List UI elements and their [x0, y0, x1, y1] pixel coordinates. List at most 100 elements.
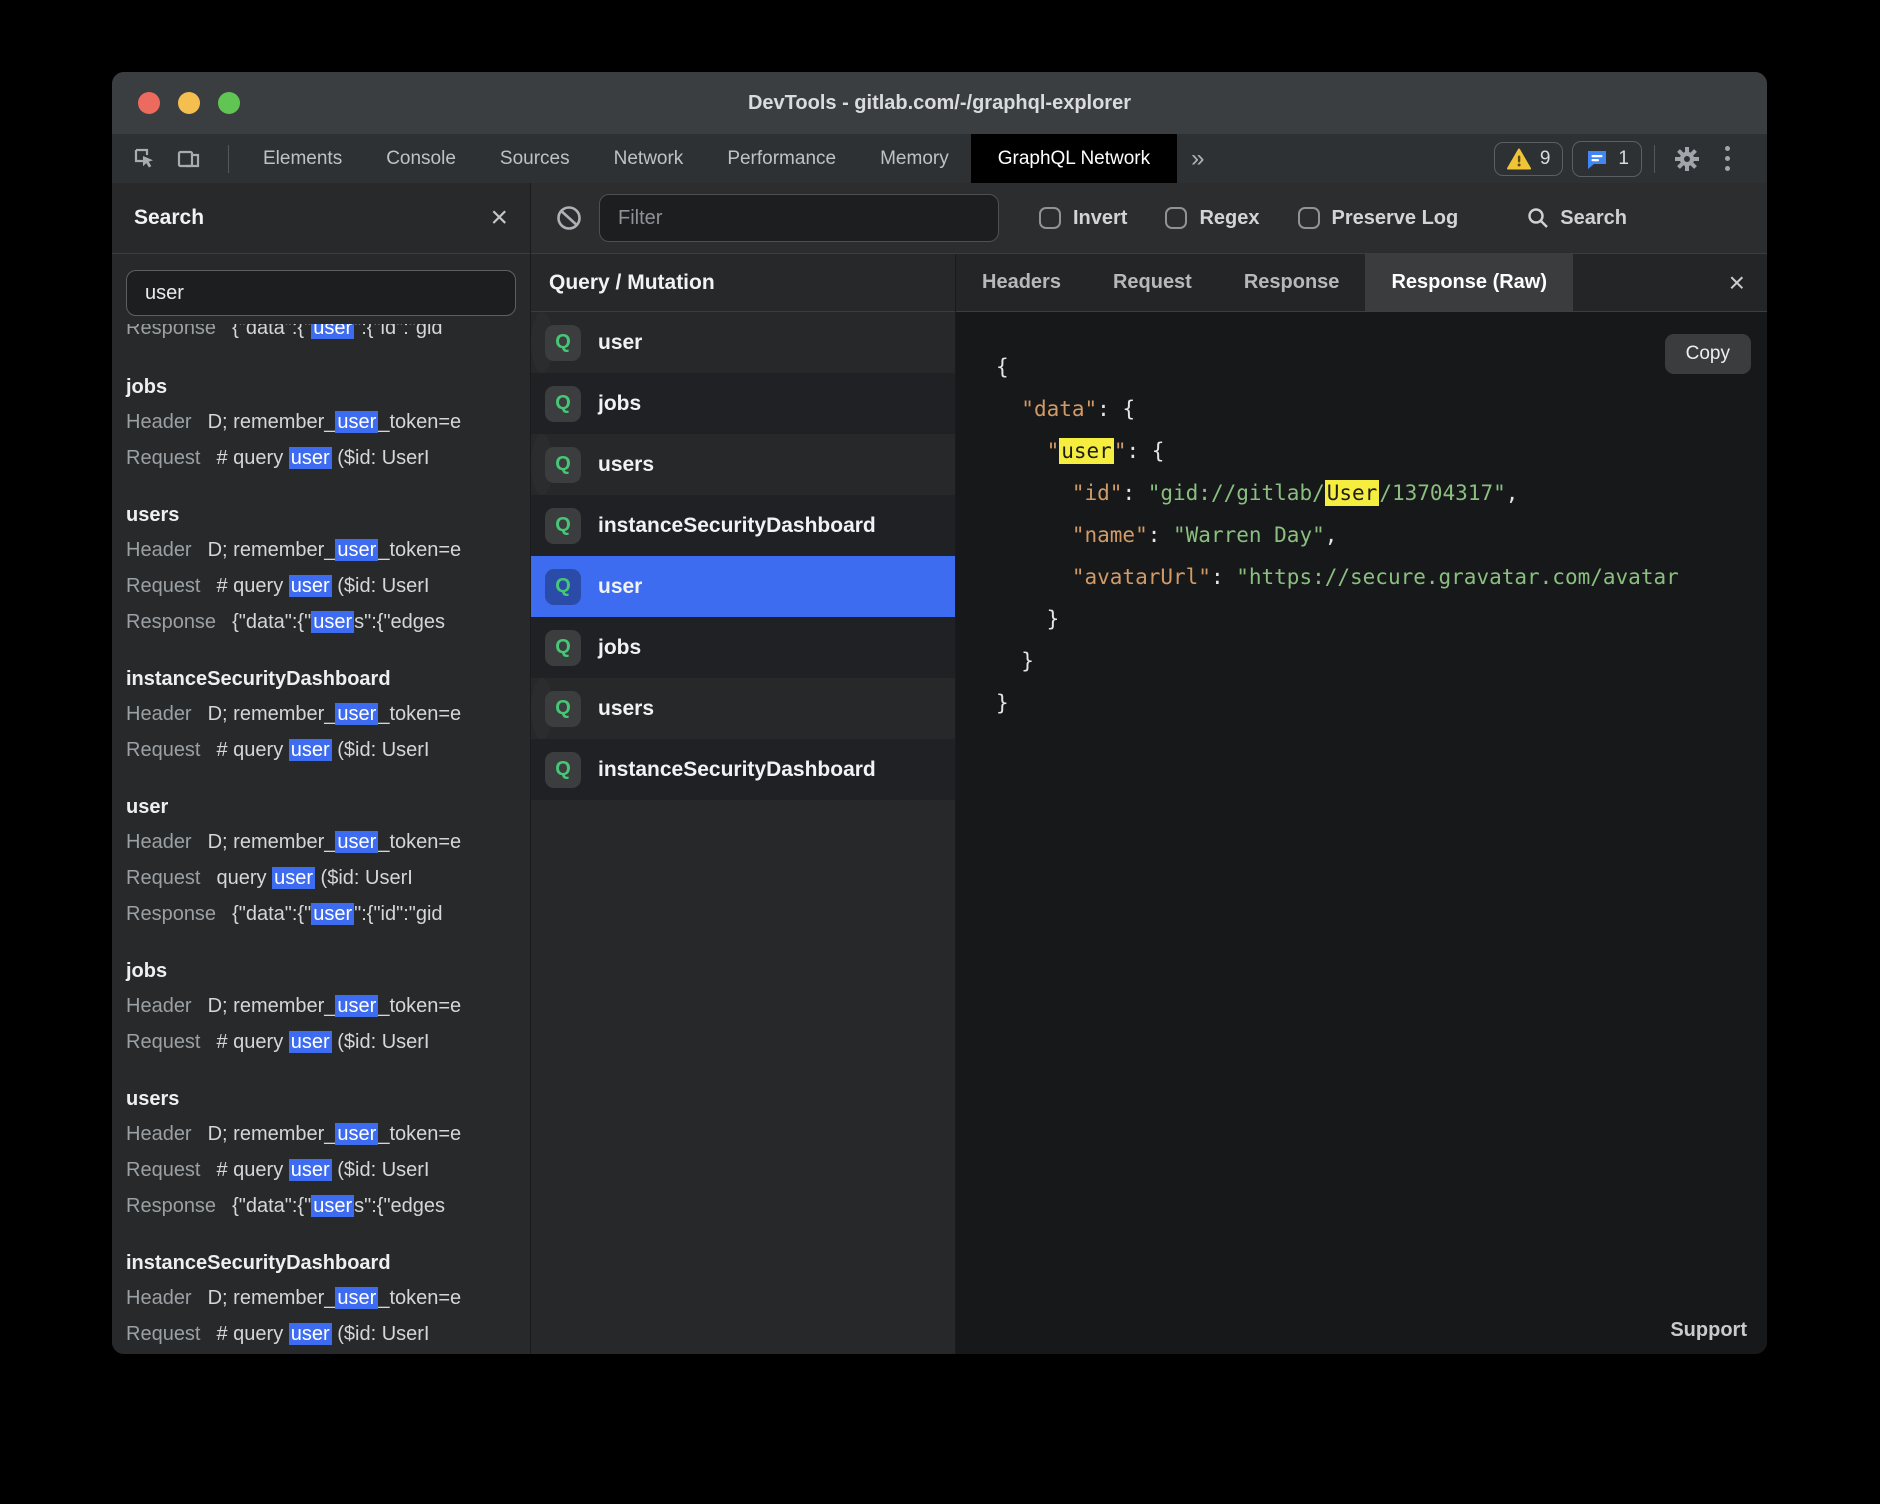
details-tab-request[interactable]: Request [1087, 254, 1218, 311]
issues-badge[interactable]: 1 [1572, 141, 1642, 177]
search-pane-close-icon[interactable]: × [490, 203, 508, 233]
search-result-group-title[interactable]: user [126, 790, 530, 824]
json-token: "Warren Day" [1173, 523, 1325, 547]
search-result-group-title[interactable]: instanceSecurityDashboard [126, 1246, 530, 1280]
search-match-highlight: user [335, 1287, 378, 1309]
checkbox-regex-box[interactable] [1165, 207, 1187, 229]
json-token: "avatarUrl" [1072, 565, 1211, 589]
search-input[interactable] [126, 270, 516, 316]
search-result-line[interactable]: Response{"data":{"users":{"edges [126, 604, 530, 640]
inspect-element-icon[interactable] [128, 142, 162, 176]
result-text: # query [217, 739, 289, 761]
search-result-line[interactable]: HeaderD; remember_user_token=e [126, 404, 530, 440]
json-token: "gid://gitlab/ [1148, 481, 1325, 505]
warnings-badge[interactable]: 9 [1494, 142, 1564, 176]
query-row-users[interactable]: Qusers [531, 678, 553, 739]
search-match-highlight: user [272, 867, 315, 889]
more-options-icon[interactable] [1707, 141, 1747, 177]
search-pane-header: Search × [112, 183, 530, 254]
devtools-tabbar: ElementsConsoleSourcesNetworkPerformance… [112, 134, 1767, 183]
search-result-line[interactable]: Request# query user ($id: UserI [126, 1152, 530, 1188]
result-text: {"data":{" [232, 903, 311, 925]
search-result-line[interactable]: HeaderD; remember_user_token=e [126, 532, 530, 568]
search-result-group-title[interactable]: jobs [126, 954, 530, 988]
search-result-line[interactable]: HeaderD; remember_user_token=e [126, 1116, 530, 1152]
json-token: "data" [1021, 397, 1097, 421]
close-window-button[interactable] [138, 92, 160, 114]
checkbox-invert[interactable]: Invert [1039, 207, 1127, 230]
search-result-line[interactable]: HeaderD; remember_user_token=e [126, 988, 530, 1024]
checkbox-preserve-log-label: Preserve Log [1332, 207, 1459, 230]
filter-input[interactable] [599, 194, 999, 242]
details-tab-response[interactable]: Response [1218, 254, 1366, 311]
search-match-highlight: user [335, 995, 378, 1017]
details-tab-response-raw[interactable]: Response (Raw) [1365, 254, 1573, 311]
search-result-line[interactable]: Request# query user ($id: UserI [126, 732, 530, 768]
query-row-users[interactable]: Qusers [531, 434, 553, 495]
tab-network[interactable]: Network [592, 134, 706, 183]
query-rows: QuserQjobsQusersQinstanceSecurityDashboa… [531, 312, 955, 800]
query-row-user[interactable]: Quser [531, 312, 553, 373]
toolbar-search[interactable]: Search [1526, 206, 1627, 230]
result-text: _token=e [378, 539, 461, 561]
search-result-line[interactable]: Request# query user ($id: UserI [126, 440, 530, 476]
checkbox-preserve-log-box[interactable] [1298, 207, 1320, 229]
result-text: D; remember_ [208, 831, 336, 853]
search-result-line[interactable]: Response{"data":{"users":{"edges [126, 1188, 530, 1224]
json-token: } [996, 649, 1034, 673]
tab-console[interactable]: Console [364, 134, 478, 183]
result-text: _token=e [378, 831, 461, 853]
checkbox-regex[interactable]: Regex [1165, 207, 1259, 230]
query-row-user[interactable]: Quser [531, 556, 955, 617]
search-result-line[interactable]: HeaderD; remember_user_token=e [126, 1280, 530, 1316]
query-type-badge: Q [545, 630, 581, 666]
query-row-instancesecuritydashboard[interactable]: QinstanceSecurityDashboard [531, 739, 955, 800]
minimize-window-button[interactable] [178, 92, 200, 114]
search-result-group-title[interactable]: jobs [126, 370, 530, 404]
device-toolbar-icon[interactable] [172, 142, 206, 176]
maximize-window-button[interactable] [218, 92, 240, 114]
checkbox-preserve-log[interactable]: Preserve Log [1298, 207, 1459, 230]
query-list-pane: Query / Mutation QuserQjobsQusersQinstan… [531, 254, 956, 1354]
details-tab-strip: HeadersRequestResponseResponse (Raw) [956, 254, 1573, 311]
result-line-label: Response [126, 324, 216, 339]
query-row-label: users [598, 453, 654, 477]
search-match-highlight: user [335, 539, 378, 561]
details-tab-headers[interactable]: Headers [956, 254, 1087, 311]
tab-elements[interactable]: Elements [241, 134, 364, 183]
search-result-line[interactable]: Response{"data":{"user":{"id":"gid [126, 896, 530, 932]
query-row-jobs[interactable]: Qjobs [531, 373, 955, 434]
result-line-label: Header [126, 411, 192, 433]
search-result-line[interactable]: Requestquery user ($id: UserI [126, 860, 530, 896]
search-result-line[interactable]: HeaderD; remember_user_token=e [126, 824, 530, 860]
json-token: : [1211, 565, 1236, 589]
settings-gear-icon[interactable] [1667, 141, 1707, 177]
checkbox-invert-box[interactable] [1039, 207, 1061, 229]
chat-icon [1585, 147, 1609, 171]
search-result-line[interactable]: Response{"data":{"user":{"id":"gid [126, 324, 530, 346]
support-link[interactable]: Support [1670, 1319, 1747, 1342]
query-type-badge: Q [545, 691, 581, 727]
copy-button[interactable]: Copy [1665, 334, 1751, 374]
query-row-instancesecuritydashboard[interactable]: QinstanceSecurityDashboard [531, 495, 955, 556]
search-match-highlight: user [311, 903, 354, 925]
search-result-line[interactable]: HeaderD; remember_user_token=e [126, 696, 530, 732]
tab-memory[interactable]: Memory [858, 134, 971, 183]
search-result-group-title[interactable]: users [126, 1082, 530, 1116]
more-tabs-icon[interactable]: » [1177, 145, 1218, 173]
search-result-line[interactable]: Request# query user ($id: UserI [126, 1316, 530, 1352]
tab-performance[interactable]: Performance [705, 134, 858, 183]
search-result-group-title[interactable]: instanceSecurityDashboard [126, 662, 530, 696]
details-close-icon[interactable]: × [1729, 269, 1745, 297]
tab-graphql-network[interactable]: GraphQL Network [971, 134, 1177, 183]
filter-toolbar: Invert Regex Preserve Log Search [531, 183, 1767, 254]
tab-sources[interactable]: Sources [478, 134, 592, 183]
search-result-line[interactable]: Request# query user ($id: UserI [126, 1024, 530, 1060]
search-match-highlight: user [1059, 438, 1114, 464]
query-type-badge: Q [545, 386, 581, 422]
search-result-group-title[interactable]: users [126, 498, 530, 532]
search-result-line[interactable]: Request# query user ($id: UserI [126, 568, 530, 604]
search-match-highlight: user [289, 1031, 332, 1053]
block-icon[interactable] [555, 204, 583, 232]
query-row-jobs[interactable]: Qjobs [531, 617, 955, 678]
